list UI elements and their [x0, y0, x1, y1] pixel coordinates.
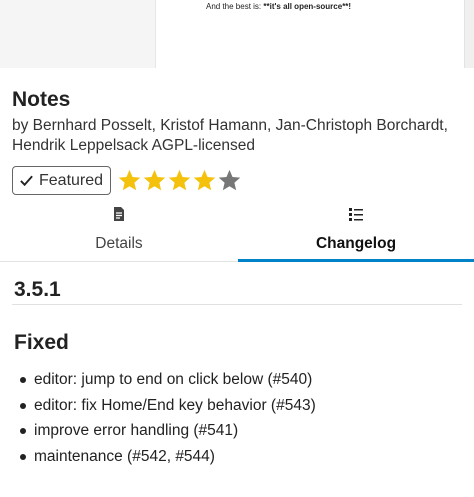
- star-empty-icon: [218, 169, 241, 191]
- tab-details[interactable]: Details: [0, 200, 238, 262]
- app-screenshot: And the best is: **it's all open-source*…: [0, 0, 474, 68]
- checkmark-icon: [20, 175, 33, 187]
- star-filled-icon: [118, 169, 141, 191]
- changelog-section-title: Fixed: [14, 331, 69, 354]
- star-filled-icon: [193, 169, 216, 191]
- featured-badge: Featured: [12, 166, 112, 195]
- tab-details-label: Details: [95, 235, 143, 252]
- changelog-item: editor: fix Home/End key behavior (#543): [18, 396, 316, 422]
- screenshot-scrollbar: [464, 0, 474, 68]
- changelog-item: maintenance (#542, #544): [18, 447, 316, 473]
- screenshot-caption-prefix: And the best is:: [206, 2, 264, 11]
- screenshot-caption-bold: **it's all open-source**!: [263, 2, 352, 11]
- app-header: Notes by Bernhard Posselt, Kristof Haman…: [12, 88, 472, 156]
- star-filled-icon: [168, 169, 191, 191]
- changelog-item: editor: jump to end on click below (#540…: [18, 370, 316, 396]
- app-badges: Featured: [12, 166, 242, 195]
- list-icon: [349, 208, 363, 221]
- tab-changelog[interactable]: Changelog: [238, 200, 474, 262]
- screenshot-caption: And the best is: **it's all open-source*…: [206, 2, 351, 11]
- changelog-list: editor: jump to end on click below (#540…: [18, 370, 316, 472]
- app-title: Notes: [12, 88, 71, 111]
- divider: [12, 304, 462, 305]
- star-filled-icon: [143, 169, 166, 191]
- star-rating: [117, 168, 242, 193]
- changelog-item: improve error handling (#541): [18, 421, 316, 447]
- tab-bar: Details Changelog: [0, 200, 474, 262]
- changelog-version: 3.5.1: [14, 278, 61, 301]
- screenshot-sidebar: [0, 0, 156, 68]
- document-icon: [114, 207, 124, 221]
- app-authors: by Bernhard Posselt, Kristof Hamann, Jan…: [12, 117, 448, 154]
- tab-changelog-label: Changelog: [315, 235, 397, 252]
- featured-label: Featured: [39, 171, 104, 189]
